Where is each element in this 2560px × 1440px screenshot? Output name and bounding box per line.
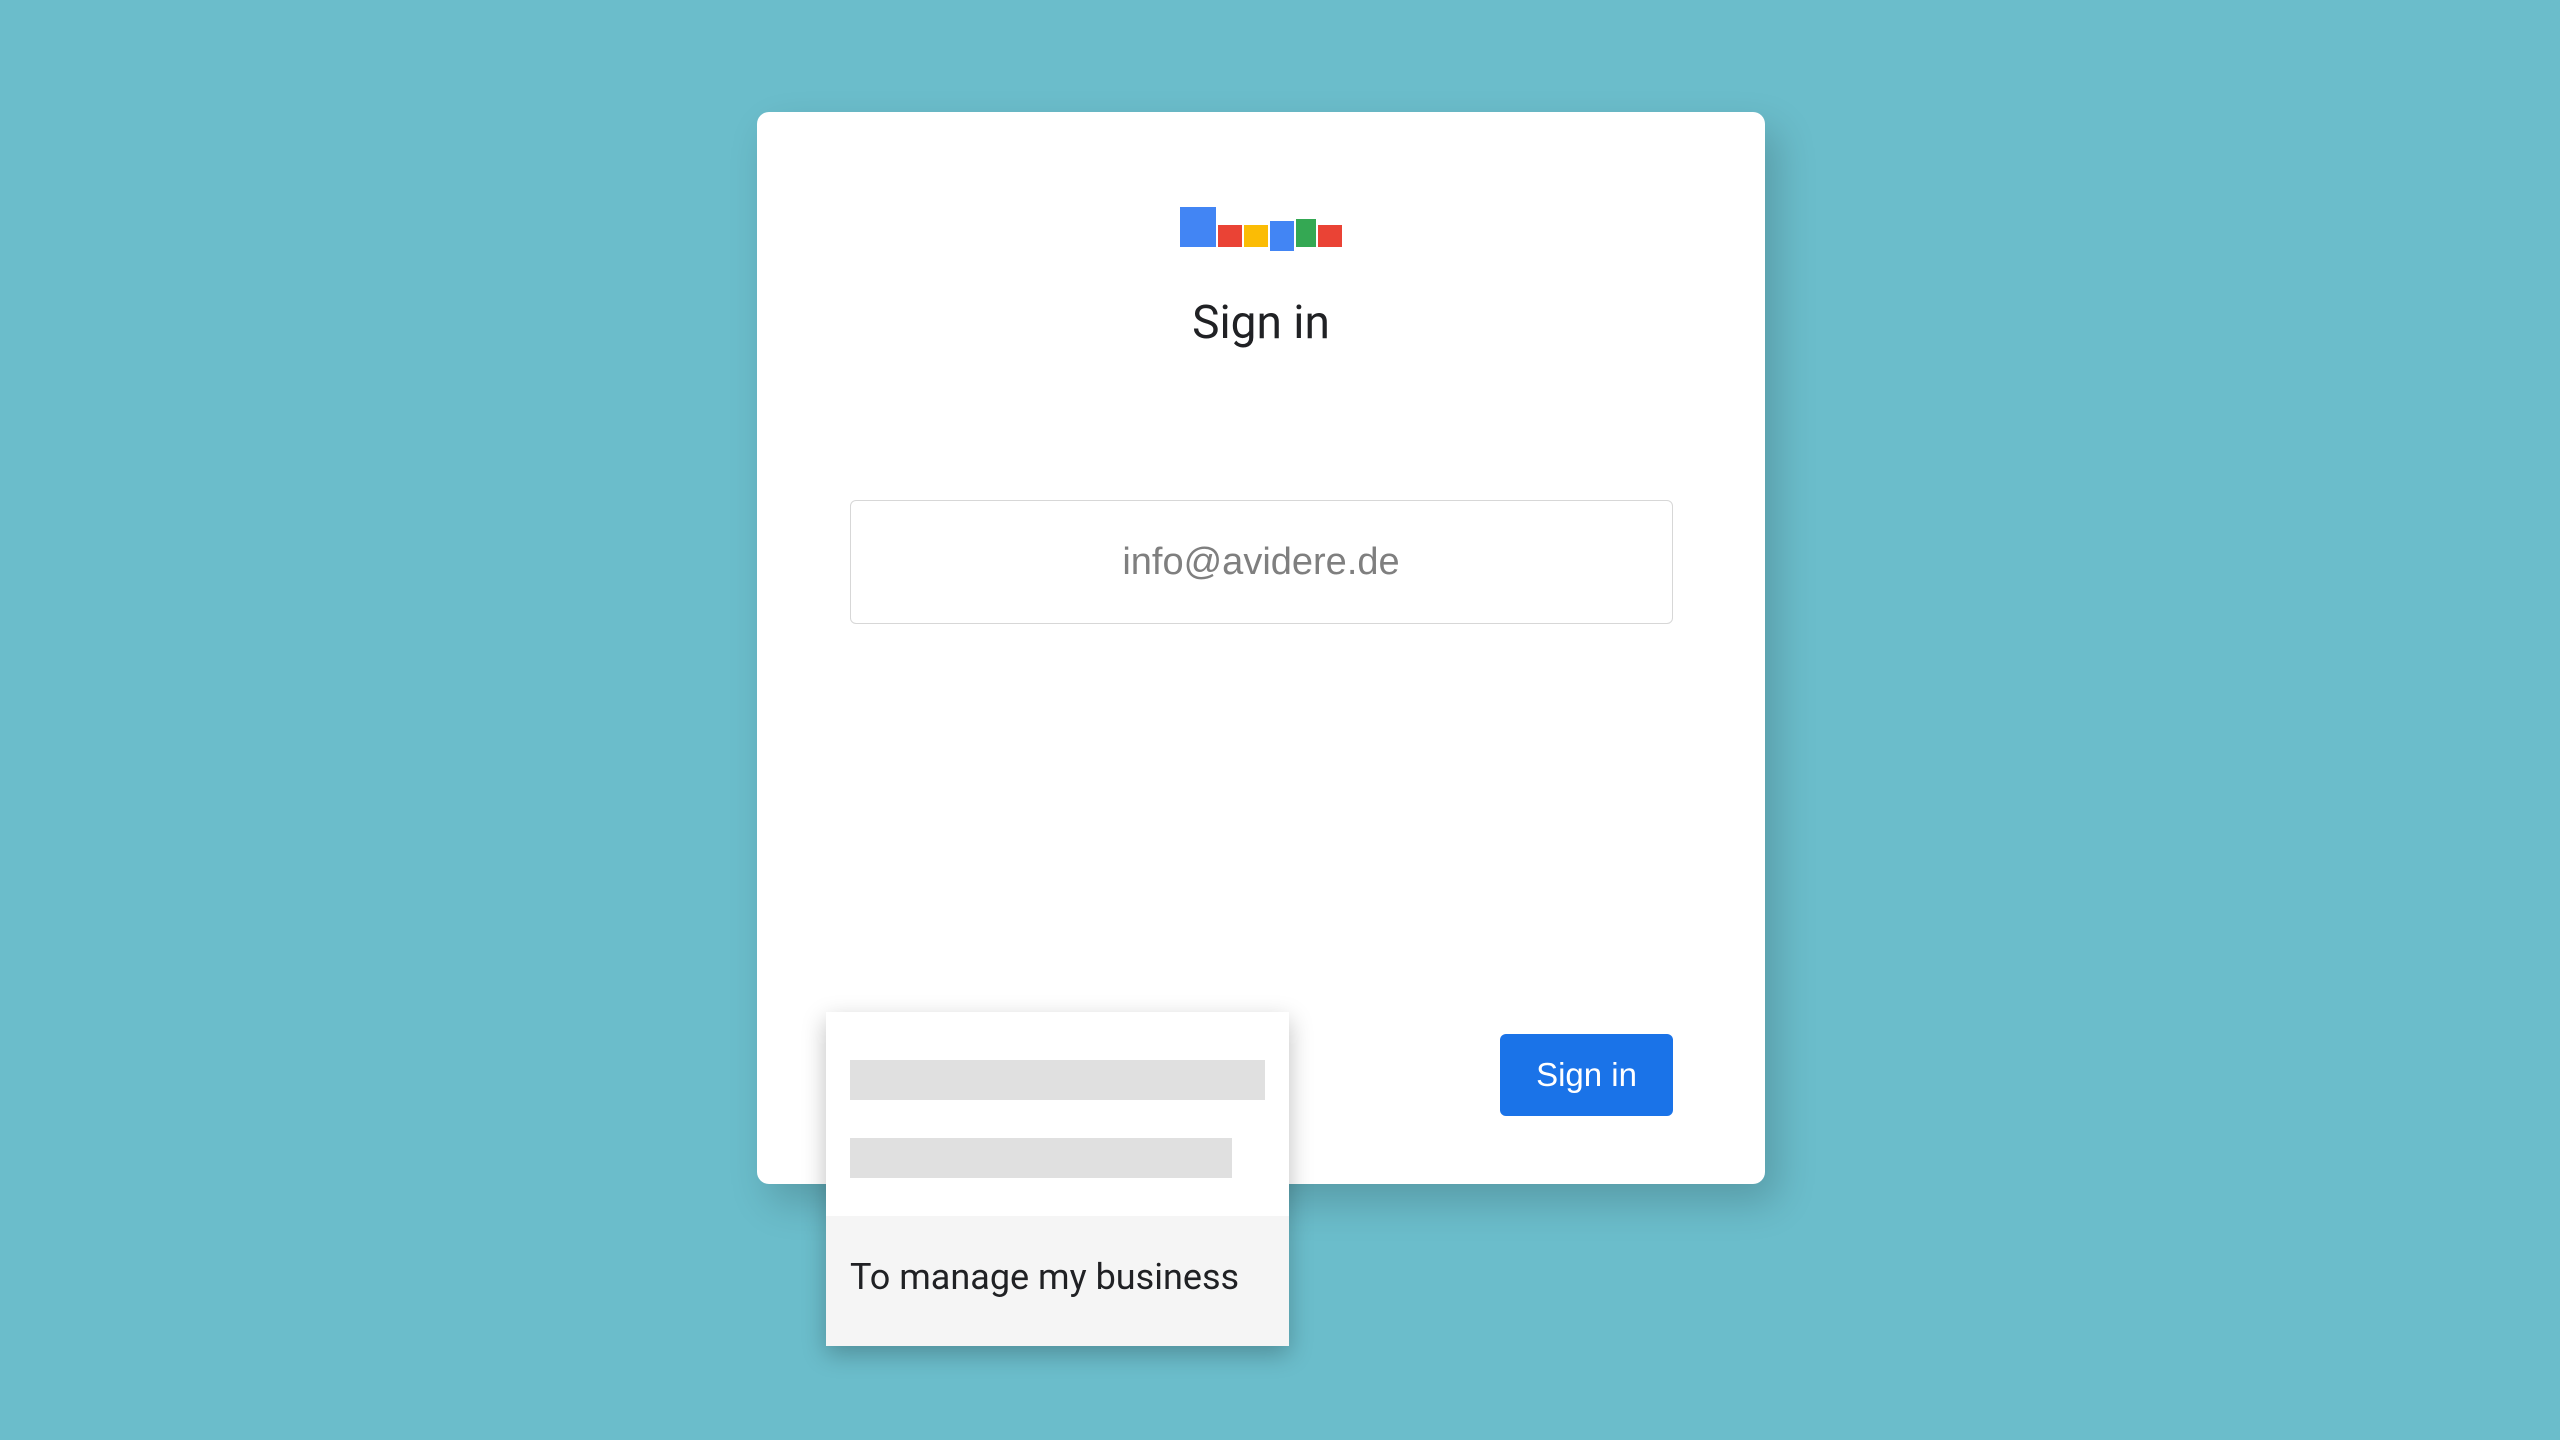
placeholder-bar [850, 1060, 1265, 1100]
logo-block [1318, 225, 1342, 247]
dropdown-option-business[interactable]: To manage my business [826, 1216, 1289, 1346]
google-logo [1180, 207, 1342, 251]
dropdown-option-placeholder[interactable] [826, 1060, 1289, 1138]
placeholder-bar [850, 1138, 1232, 1178]
logo-block [1296, 219, 1316, 247]
signin-button[interactable]: Sign in [1500, 1034, 1673, 1116]
page-title: Sign in [1192, 296, 1330, 350]
email-input[interactable] [850, 500, 1673, 624]
create-account-dropdown: To manage my business [826, 1012, 1289, 1346]
logo-block [1180, 207, 1216, 247]
logo-block [1218, 225, 1242, 247]
dropdown-option-placeholder[interactable] [826, 1138, 1289, 1216]
logo-block [1270, 221, 1294, 251]
logo-block [1244, 225, 1268, 247]
